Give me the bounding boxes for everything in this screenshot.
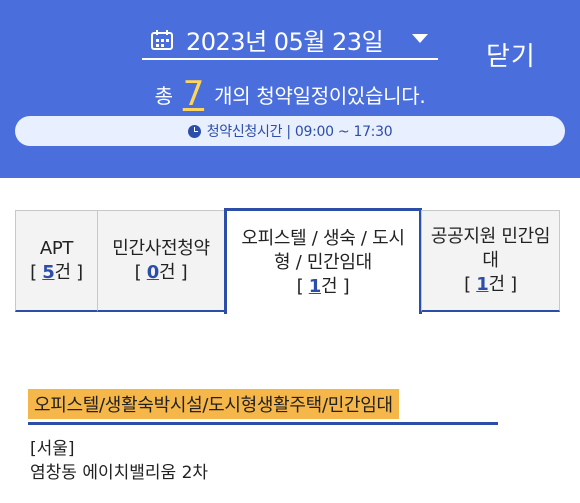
summary-prefix: 총: [154, 84, 173, 108]
category-tabs: APT [ 5건 ] 민간사전청약 [ 0건 ] 오피스텔 / 생숙 / 도시 …: [15, 208, 560, 314]
tab-officetel[interactable]: 오피스텔 / 생숙 / 도시 형 / 민간임대 [ 1건 ]: [224, 208, 422, 314]
tab-count-unit: 건: [488, 273, 505, 295]
tab-label-line2: 형 / 민간임대: [274, 251, 372, 273]
tab-apt[interactable]: APT [ 5건 ]: [15, 210, 98, 312]
tab-label: 민간사전청약: [112, 237, 210, 259]
tab-count: [ 0건 ]: [134, 261, 188, 283]
tab-label: 오피스텔 / 생숙 / 도시: [241, 227, 405, 249]
tab-count-number: 1: [308, 275, 322, 297]
selected-date: 2023년 05월 23일: [186, 28, 384, 56]
header: 2023년 05월 23일 닫기 총 7 개의 청약일정이있습니다. 청약신청시…: [0, 0, 580, 178]
tab-count-number: 5: [42, 261, 55, 283]
tab-count: [ 5건 ]: [30, 261, 83, 283]
tab-label: APT: [39, 237, 74, 259]
schedule-summary: 총 7 개의 청약일정이있습니다.: [0, 74, 580, 114]
tab-count: [ 1건 ]: [296, 275, 350, 297]
category-divider: [28, 422, 498, 425]
clock-icon: [187, 124, 201, 138]
summary-count: 7: [182, 74, 205, 114]
region-label: [서울]: [30, 439, 75, 459]
close-button[interactable]: 닫기: [486, 36, 536, 73]
tab-count-unit: 건: [320, 275, 338, 297]
list-item[interactable]: 염창동 에이치밸리움 2차: [30, 458, 208, 483]
tab-label-line2: 대: [482, 249, 499, 271]
summary-suffix: 개의 청약일정이있습니다.: [214, 84, 426, 108]
tab-count-unit: 건: [54, 261, 71, 283]
tab-count: [ 1건 ]: [464, 273, 517, 295]
tab-label: 공공지원 민간임: [430, 225, 551, 247]
chevron-down-icon: [412, 34, 428, 43]
tab-count-number: 0: [146, 261, 160, 283]
application-time-text: 청약신청시간 | 09:00 ~ 17:30: [206, 124, 393, 140]
calendar-icon: [151, 30, 173, 50]
tab-public-support-rental[interactable]: 공공지원 민간임 대 [ 1건 ]: [421, 210, 560, 312]
date-selector[interactable]: 2023년 05월 23일: [142, 18, 438, 60]
tab-count-number: 1: [476, 273, 489, 295]
tab-count-unit: 건: [158, 261, 176, 283]
tab-private-pre-subscription[interactable]: 민간사전청약 [ 0건 ]: [97, 210, 225, 312]
category-heading: 오피스텔/생활숙박시설/도시형생활주택/민간임대: [28, 389, 399, 419]
application-time-bar: 청약신청시간 | 09:00 ~ 17:30: [15, 116, 565, 146]
